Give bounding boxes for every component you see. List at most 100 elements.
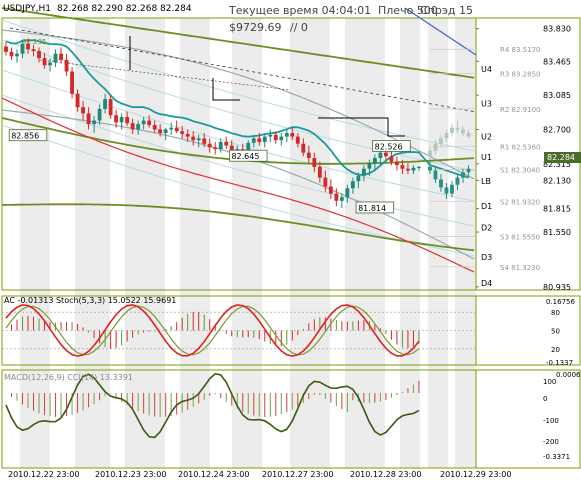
spread: Спрэд 15 [420,4,473,17]
level-label: LB [481,177,491,186]
pivot-label: S4 81.3230 [500,264,540,272]
ind2-y-tick: 0 [543,395,547,403]
pivot-label: S2 81.9320 [500,199,540,207]
candle [9,51,14,57]
forecast-ghost-candle [450,127,454,134]
y-tick-label: 81.815 [543,204,571,213]
forecast-ghost-candle [439,138,443,144]
candle [273,134,278,141]
candle [323,177,328,187]
y-tick-label: 83.830 [543,25,571,34]
candle [48,62,52,66]
candle [257,138,262,142]
forecast-candle [461,172,465,178]
candle [284,133,289,137]
forecast-candle [433,170,438,180]
candle [158,129,163,134]
forecast-ghost-candle [455,127,460,130]
ind2-y-tick: 100 [543,378,556,386]
ind2-y-tick: -200 [543,438,559,446]
price-label-text: 82.856 [11,132,39,141]
y-tick-label: 83.085 [543,91,571,100]
candle [70,71,74,94]
x-axis-label: 2010.12.27 23:00 [262,470,333,479]
candle [15,53,19,57]
level-label: U4 [481,65,492,74]
candle [130,123,135,130]
x-axis-label: 2010.12.28 23:00 [350,470,421,479]
price-label-text: 82.645 [231,152,259,161]
forecast-candle [444,187,449,194]
candle [361,168,366,176]
y-tick-label: 80.935 [543,283,571,292]
trading-terminal-chart: R4 83.5170 R3 83.2850 R2 82.9100 R1 82.5360… [0,0,581,480]
ind1-y-tick: 20 [551,346,560,354]
candle [125,116,130,124]
open-orders: // 0 [290,21,308,34]
y-tick-label: 81.550 [543,228,571,237]
pivot-label: R2 82.9100 [500,106,541,114]
session-band [455,18,476,468]
x-axis-label: 2010.12.29 23:00 [440,470,511,479]
forecast-ghost-candle [466,133,471,137]
ind1-y-tick: 0.16756 [546,298,575,306]
candle [202,138,207,144]
candle [406,168,410,171]
candle [389,156,394,162]
forecast-ghost-candle [428,150,432,157]
inline-price-label: 82.235 [22,38,47,46]
x-axis-label: 2010.12.22 23:00 [8,470,79,479]
candle [119,116,124,123]
candle [169,127,174,130]
candle [411,167,416,171]
candle [147,120,152,126]
y-tick-label: 82.700 [543,125,571,134]
level-label: U3 [481,100,492,109]
ind2-right-value: 0.00062 [556,371,581,379]
candle [383,152,388,157]
candle [180,131,185,134]
ac-stoch-title: AC -0.01313 Stoch(5,3,3) 15.0522 15.9691 [4,296,176,305]
candle [207,143,212,148]
candle [81,107,86,114]
y-tick-label: 82.130 [543,176,571,185]
chart-svg[interactable]: R4 83.5170 R3 83.2850 R2 82.9100 R1 82.5360… [0,0,581,480]
forecast-candle [439,179,443,188]
candle [37,50,41,59]
candle [262,136,267,142]
candle [213,147,218,150]
forecast-candle [450,184,454,194]
candle [4,46,8,52]
candle [378,152,383,159]
candle [372,158,377,164]
panel-scale-frame [475,295,581,366]
server-time: Текущее время 04:04:01 [228,4,371,17]
candle [103,99,108,109]
candle [268,134,273,137]
candle [64,59,69,72]
session-band [125,18,165,468]
session-band [20,18,50,468]
candle [295,136,300,144]
x-axis-label: 2010.12.23 23:00 [95,470,166,479]
candle [301,143,306,153]
level-label: D3 [481,253,492,262]
ind2-y-tick: -0.3371 [543,453,570,461]
price-label-text: 81.814 [358,204,386,213]
candle [92,120,97,125]
candle [196,138,201,141]
candle [367,163,372,169]
candle [334,193,339,201]
ind1-y-tick: 50 [551,328,560,336]
candle [312,158,317,167]
ohlc-readout: 82.268 82.290 82.268 82.284 [57,4,192,14]
candle [75,93,80,108]
candle [328,186,333,194]
forecast-ghost-candle [461,129,465,134]
session-band [232,18,262,468]
y-tick-label: 83.465 [543,57,571,66]
candle [152,125,157,130]
session-band [75,18,110,468]
pivot-label: R3 83.2850 [500,70,541,78]
forecast-ghost-candle [433,143,438,151]
